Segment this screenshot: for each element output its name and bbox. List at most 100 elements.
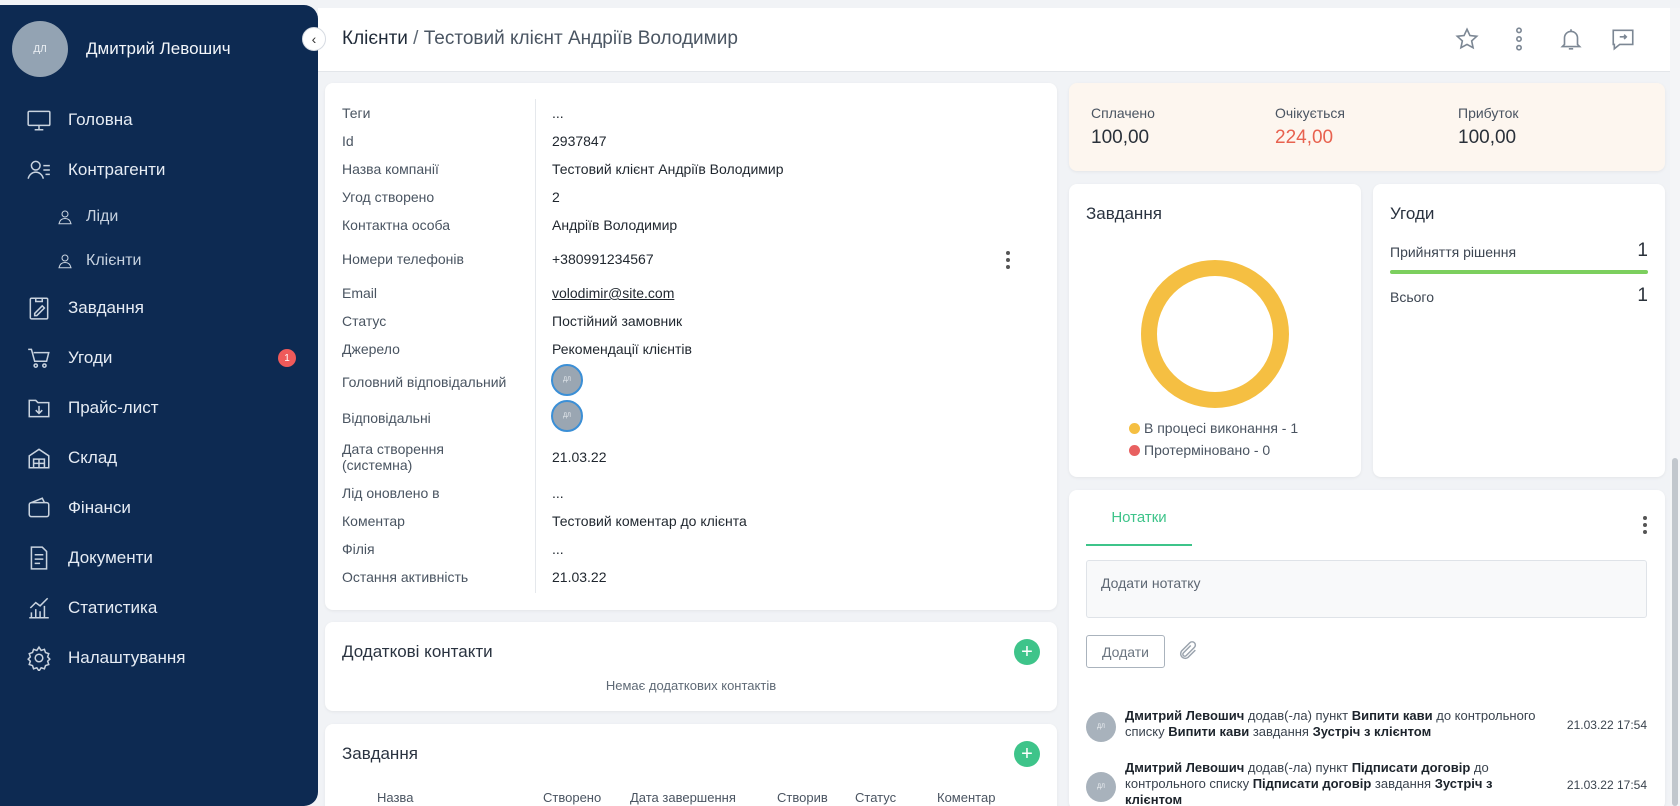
activity-author[interactable]: Дмитрий Левошич <box>1125 708 1244 723</box>
sidebar-item-label: Завдання <box>68 298 144 317</box>
tab-notes[interactable]: Нотатки <box>1086 490 1192 546</box>
sidebar-item-finance[interactable]: Фінанси <box>0 483 318 533</box>
cart-icon <box>28 348 50 368</box>
add-task-button[interactable]: + <box>1014 741 1040 767</box>
deals-count-value: 2 <box>552 189 560 205</box>
expected-label: Очікується <box>1275 105 1346 121</box>
avatar[interactable]: ДЛ <box>551 364 583 396</box>
document-icon <box>30 546 48 570</box>
field-label: Відповідальні <box>342 410 431 426</box>
sidebar-item-leads[interactable]: Ліди <box>0 195 318 239</box>
field-label-line: (системна) <box>342 457 413 473</box>
deal-stage-count: 1 <box>1637 240 1648 261</box>
field-label: Філія <box>342 541 375 557</box>
user-icon <box>58 210 72 225</box>
sidebar-item-label: Головна <box>68 110 133 129</box>
phone-menu-button[interactable] <box>1005 250 1011 270</box>
sidebar-item-label: Налаштування <box>68 648 186 667</box>
sidebar-item-warehouse[interactable]: Склад <box>0 433 318 483</box>
breadcrumb-section[interactable]: Клієнти <box>342 28 408 49</box>
activity-time: 21.03.22 17:54 <box>1566 778 1647 792</box>
field-label: Статус <box>342 313 387 329</box>
field-label: Головний відповідальний <box>342 374 507 390</box>
email-value[interactable]: volodimir@site.com <box>552 285 674 301</box>
card-title: Угоди <box>1390 204 1435 223</box>
sidebar-nav: Головна Контрагенти Ліди Клієнти Завданн… <box>0 95 318 683</box>
sidebar-item-price-list[interactable]: Прайс-лист <box>0 383 318 433</box>
deal-stage-bar <box>1390 270 1648 274</box>
field-label: Контактна особа <box>342 217 451 233</box>
column-header[interactable]: Статус <box>855 790 896 805</box>
breadcrumb-separator: / <box>413 28 419 49</box>
avatar[interactable]: ДЛ <box>551 400 583 432</box>
legend-dot <box>1129 444 1140 456</box>
sidebar-item-tasks[interactable]: Завдання <box>0 283 318 333</box>
paperclip-icon[interactable] <box>1177 640 1199 662</box>
column-header[interactable]: Дата завершення <box>630 790 736 805</box>
avatar[interactable]: ДЛ <box>1086 772 1116 802</box>
user-profile[interactable]: ДЛ Дмитрий Левошич <box>12 21 231 77</box>
company-value: Тестовий клієнт Андріїв Володимир <box>552 161 784 177</box>
deal-total-count: 1 <box>1637 285 1648 306</box>
activity-task-name[interactable]: Зустріч з клієнтом <box>1313 724 1432 739</box>
star-icon[interactable] <box>1454 26 1480 52</box>
card-title: Завдання <box>342 744 418 763</box>
email-link[interactable]: volodimir@site.com <box>552 285 674 301</box>
clipboard-icon <box>29 297 49 320</box>
tags-value[interactable]: ... <box>552 105 564 121</box>
sidebar-item-label: Контрагенти <box>68 160 166 179</box>
note-input[interactable]: Додати нотатку <box>1086 560 1647 618</box>
field-label: Дата створення (системна) <box>342 441 444 473</box>
sidebar-item-deals[interactable]: Угоди 1 <box>0 333 318 383</box>
column-header[interactable]: Створив <box>777 790 828 805</box>
column-header[interactable]: Назва <box>377 790 413 805</box>
deal-total-label: Всього <box>1390 289 1435 305</box>
divider <box>535 99 536 593</box>
collapse-sidebar-button[interactable]: ‹ <box>302 27 326 51</box>
field-label: Id <box>342 133 354 149</box>
deal-total-row: Всього 1 <box>1390 285 1648 307</box>
donut-slice-0[interactable] <box>1141 260 1289 408</box>
chat-icon[interactable] <box>1610 26 1636 52</box>
user-icon <box>58 254 72 269</box>
sidebar-item-home[interactable]: Головна <box>0 95 318 145</box>
user-name: Дмитрий Левошич <box>86 39 231 58</box>
sidebar-item-contractors[interactable]: Контрагенти <box>0 145 318 195</box>
notes-menu-button[interactable] <box>1642 515 1648 535</box>
more-vertical-icon[interactable] <box>1506 26 1532 52</box>
header-actions <box>1454 26 1636 52</box>
plus-icon: + <box>1021 743 1033 765</box>
warehouse-icon <box>28 448 50 469</box>
field-label: Номери телефонів <box>342 251 464 267</box>
created-date-value: 21.03.22 <box>552 449 607 465</box>
scrollbar[interactable] <box>1670 8 1680 806</box>
column-header[interactable]: Коментар <box>937 790 995 805</box>
chevron-left-icon: ‹ <box>311 31 317 47</box>
phone-value[interactable]: +380991234567 <box>552 251 654 267</box>
activity-author[interactable]: Дмитрий Левошич <box>1125 760 1244 775</box>
sidebar-item-clients[interactable]: Клієнти <box>0 239 318 283</box>
activity-time: 21.03.22 17:54 <box>1566 718 1647 732</box>
deal-stage-row[interactable]: Прийняття рішення 1 <box>1390 240 1648 262</box>
sidebar-item-settings[interactable]: Налаштування <box>0 633 318 683</box>
add-contact-button[interactable]: + <box>1014 639 1040 665</box>
profit-value: 100,00 <box>1458 127 1517 148</box>
contact-person-value: Андріїв Володимир <box>552 217 678 233</box>
legend-item[interactable]: Протерміновано - 0 <box>1129 442 1270 458</box>
column-header[interactable]: Створено <box>543 790 601 805</box>
avatar[interactable]: ДЛ <box>12 21 68 77</box>
sidebar-item-label: Статистика <box>68 598 158 617</box>
sidebar-item-statistics[interactable]: Статистика <box>0 583 318 633</box>
add-note-button[interactable]: Додати <box>1086 635 1165 668</box>
scrollbar-thumb[interactable] <box>1672 458 1678 806</box>
legend-item[interactable]: В процесі виконання - 1 <box>1129 420 1298 436</box>
legend-label: Протерміновано - 0 <box>1144 442 1271 458</box>
empty-contacts-note: Немає додаткових контактів <box>605 678 777 693</box>
lead-updated-value: ... <box>552 485 564 501</box>
avatar[interactable]: ДЛ <box>1086 712 1116 742</box>
card-title: Завдання <box>1086 204 1162 223</box>
sidebar-item-documents[interactable]: Документи <box>0 533 318 583</box>
bell-icon[interactable] <box>1558 26 1584 52</box>
deals-badge: 1 <box>278 349 296 367</box>
activity-verb: додав(-ла) пункт <box>1247 760 1349 775</box>
